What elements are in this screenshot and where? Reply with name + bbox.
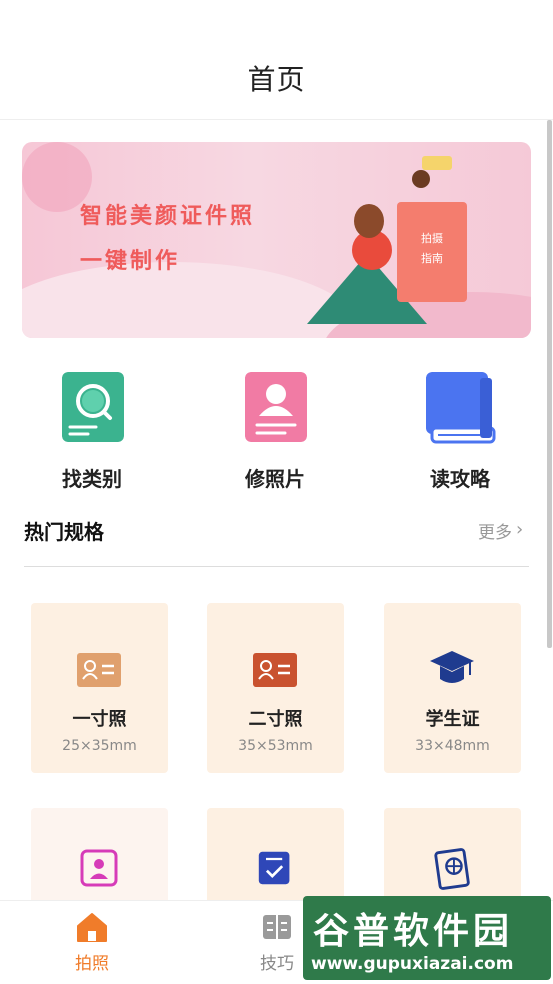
tab-photo[interactable]: 拍照 xyxy=(32,901,152,984)
tab-label: 拍照 xyxy=(75,954,109,974)
flag-illustration xyxy=(422,156,452,170)
spec-name: 一寸照 xyxy=(72,709,127,730)
id-card-icon xyxy=(77,653,121,687)
book-icon xyxy=(426,372,496,444)
feature-edit-photo[interactable]: 修照片 xyxy=(215,372,335,497)
divider xyxy=(24,566,529,567)
book-text: 拍摄 xyxy=(421,232,443,245)
portrait-card-icon xyxy=(245,372,307,442)
spec-card-1inch[interactable]: 一寸照 25×35mm xyxy=(31,603,168,773)
spec-size: 35×53mm xyxy=(238,738,313,754)
spec-size: 33×48mm xyxy=(415,738,490,754)
portrait-frame-icon xyxy=(80,849,118,887)
home-icon xyxy=(77,913,107,942)
feature-find-category[interactable]: 找类别 xyxy=(32,372,152,497)
chevron-right-icon[interactable]: › xyxy=(516,519,523,540)
cloud-decoration xyxy=(22,262,362,338)
spec-card-2inch[interactable]: 二寸照 35×53mm xyxy=(207,603,344,773)
promo-banner[interactable]: 智能美颜证件照 一键制作 拍摄 指南 xyxy=(22,142,531,338)
id-card-icon xyxy=(253,653,297,687)
banner-subheadline: 一键制作 xyxy=(80,249,181,274)
checklist-icon xyxy=(258,851,290,885)
section-title: 热门规格 xyxy=(24,520,104,544)
page-title: 首页 xyxy=(247,63,306,96)
spec-size: 25×35mm xyxy=(62,738,137,754)
feature-label: 读攻略 xyxy=(430,467,490,491)
more-link[interactable]: 更多 xyxy=(478,518,512,543)
passport-icon xyxy=(434,848,470,890)
kid-illustration xyxy=(412,170,430,188)
top-header: 首页 xyxy=(0,0,553,120)
feature-label: 找类别 xyxy=(62,467,122,491)
guide-icon xyxy=(263,915,291,939)
search-card-icon xyxy=(62,372,124,442)
spec-name: 二寸照 xyxy=(248,709,303,730)
watermark-url: www.gupuxiazai.com xyxy=(311,954,514,974)
spec-card-student-id[interactable]: 学生证 33×48mm xyxy=(384,603,521,773)
feature-shortcuts: 找类别 修照片 读攻略 xyxy=(0,372,553,497)
spec-name: 学生证 xyxy=(425,709,480,730)
watermark-title: 谷普软件园 xyxy=(313,911,514,952)
feature-read-guide[interactable]: 读攻略 xyxy=(400,372,520,497)
guide-book-illustration: 拍摄 指南 xyxy=(397,202,467,302)
watermark-logo: 谷普软件园 www.gupuxiazai.com xyxy=(303,896,551,980)
feature-label: 修照片 xyxy=(245,467,305,491)
book-text: 指南 xyxy=(421,252,443,265)
girl-head-illustration xyxy=(354,204,384,238)
banner-headline: 智能美颜证件照 xyxy=(80,204,256,229)
graduation-cap-icon xyxy=(430,651,474,683)
